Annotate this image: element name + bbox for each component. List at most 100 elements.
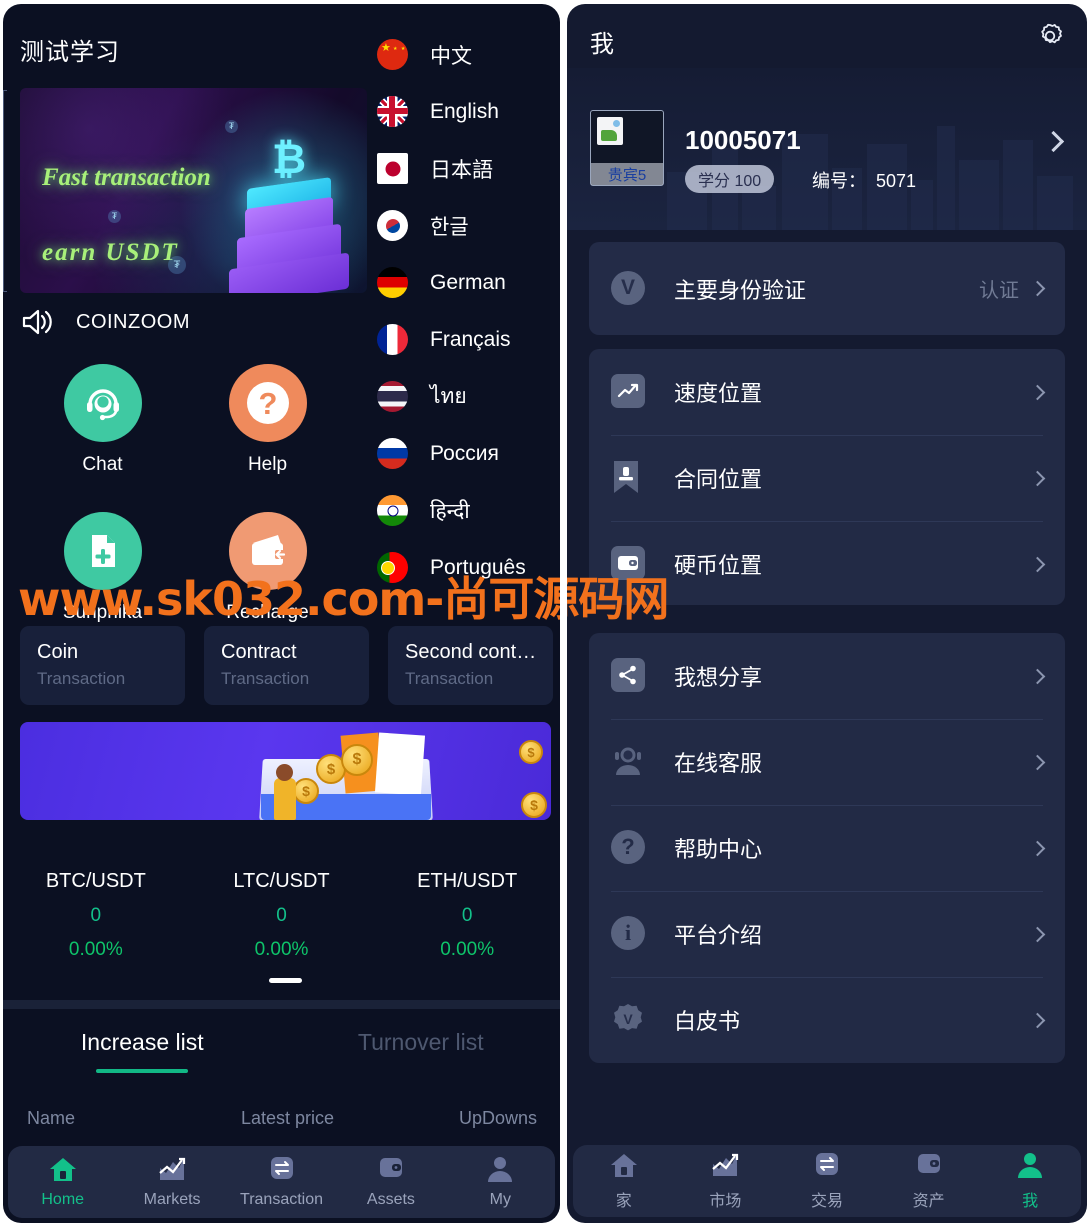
chevron-right-icon <box>1029 556 1046 572</box>
menu-item-label: 平台介绍 <box>674 923 763 948</box>
menu-item-identity-verify[interactable]: V 主要身份验证 认证 <box>589 242 1065 335</box>
profile-chevron-icon[interactable] <box>1042 130 1065 153</box>
hero-token-dot: ₮ <box>168 256 186 274</box>
hero-line-1: Fast transaction <box>42 164 211 191</box>
tab-increase-list[interactable]: Increase list <box>3 1029 282 1073</box>
hero-3d-blocks: ₿ <box>211 127 361 293</box>
flag-france-icon <box>377 324 408 355</box>
ticker-item[interactable]: LTC/USDT 0 0.00% <box>189 870 375 961</box>
panel-gap <box>560 0 567 1227</box>
quick-action-label: Chat <box>82 454 123 475</box>
txn-button-second-contract[interactable]: Second cont… Transaction <box>388 626 553 705</box>
tab-turnover-list[interactable]: Turnover list <box>282 1029 561 1056</box>
menu-item-label: 帮助中心 <box>674 837 763 862</box>
share-icon <box>611 658 647 694</box>
menu-item-help-center[interactable]: ? 帮助中心 <box>589 805 1065 891</box>
page-title: 测试学习 <box>20 39 120 66</box>
txn-button-contract[interactable]: Contract Transaction <box>204 626 369 705</box>
gear-icon[interactable] <box>1035 21 1065 51</box>
nav-my[interactable]: My <box>446 1155 555 1209</box>
language-option-pt[interactable]: Português <box>377 539 557 596</box>
nav-assets-cn[interactable]: 资产 <box>878 1151 980 1211</box>
menu-item-online-support[interactable]: 在线客服 <box>589 719 1065 805</box>
nav-label: My <box>489 1191 511 1208</box>
menu-item-speed-position[interactable]: 速度位置 <box>589 349 1065 435</box>
chevron-right-icon <box>1029 1012 1046 1028</box>
promo-banner[interactable] <box>20 722 551 820</box>
avatar-caption: 贵宾5 <box>591 163 663 185</box>
nav-label: 交易 <box>810 1193 843 1210</box>
support-card: 我想分享 在线客服 ? 帮助中心 i 平台介绍 V 白皮书 <box>589 633 1065 1063</box>
language-option-en[interactable]: English <box>377 83 557 140</box>
nav-home-cn[interactable]: 家 <box>573 1151 675 1211</box>
ticker-item[interactable]: ETH/USDT 0 0.00% <box>374 870 560 961</box>
wallet-icon <box>611 546 647 582</box>
nav-assets[interactable]: Assets <box>336 1155 445 1209</box>
tab-label: Increase list <box>80 1029 204 1055</box>
menu-item-share[interactable]: 我想分享 <box>589 633 1065 719</box>
ticker-strip: BTC/USDT 0 0.00% LTC/USDT 0 0.00% ETH/US… <box>3 870 560 961</box>
language-option-hi[interactable]: हिन्दी <box>377 482 557 539</box>
flag-korea-icon <box>377 210 408 241</box>
nav-markets[interactable]: Markets <box>117 1155 226 1209</box>
menu-item-contract-position[interactable]: 合同位置 <box>589 435 1065 521</box>
ticker-item[interactable]: BTC/USDT 0 0.00% <box>3 870 189 961</box>
quick-actions-grid: Chat ? Help Sunpnika Recharge <box>20 364 350 624</box>
trend-chart-icon <box>611 374 647 410</box>
ticker-symbol: BTC/USDT <box>45 870 146 892</box>
txn-subtitle: Transaction <box>405 669 494 688</box>
txn-title: Contract <box>221 641 297 663</box>
language-option-fr[interactable]: Français <box>377 311 557 368</box>
transaction-buttons: Coin Transaction Contract Transaction Se… <box>20 626 553 705</box>
person-icon <box>485 1155 515 1188</box>
menu-item-coin-position[interactable]: 硬币位置 <box>589 521 1065 607</box>
wallet-icon <box>914 1151 944 1184</box>
chevron-right-icon <box>1029 384 1046 400</box>
nav-label: Assets <box>366 1191 415 1208</box>
nav-label: 家 <box>615 1193 632 1210</box>
menu-item-whitepaper[interactable]: V 白皮书 <box>589 977 1065 1063</box>
chevron-right-icon <box>1029 280 1046 297</box>
language-label: 한글 <box>430 215 469 239</box>
positions-card: 速度位置 合同位置 硬币位置 <box>589 349 1065 605</box>
nav-markets-cn[interactable]: 市场 <box>675 1151 777 1211</box>
language-option-ko[interactable]: 한글 <box>377 197 557 254</box>
nav-my-cn[interactable]: 我 <box>979 1151 1081 1211</box>
verify-card: V 主要身份验证 认证 <box>589 242 1065 335</box>
chevron-right-icon <box>1029 470 1046 486</box>
nav-label: 资产 <box>912 1193 945 1210</box>
announcement-bar[interactable]: COINZOOM <box>20 307 190 337</box>
menu-item-platform-intro[interactable]: i 平台介绍 <box>589 891 1065 977</box>
quick-action-help[interactable]: ? Help <box>185 364 350 476</box>
promo-coin <box>521 792 547 818</box>
language-label: 中文 <box>430 44 472 68</box>
quick-action-withdrawal[interactable]: Recharge <box>185 512 350 624</box>
ticker-change: 0.00% <box>440 939 495 960</box>
ticker-symbol: LTC/USDT <box>233 870 330 892</box>
language-option-ru[interactable]: Россия <box>377 425 557 482</box>
nav-transaction[interactable]: Transaction <box>227 1155 336 1209</box>
avatar[interactable]: 贵宾5 <box>590 110 664 186</box>
profile-header[interactable]: 贵宾5 10005071 学分 100 编号： 5071 <box>567 68 1087 230</box>
hero-banner[interactable]: Fast transaction earn USDT ₮ ₮ ₮ ₿ <box>20 88 367 293</box>
language-option-ja[interactable]: 日本語 <box>377 140 557 197</box>
carousel-indicator[interactable] <box>269 978 302 983</box>
column-header-updowns: UpDowns <box>458 1108 537 1128</box>
nav-home[interactable]: Home <box>8 1155 117 1209</box>
chevron-right-icon <box>1029 668 1046 684</box>
ticker-symbol: ETH/USDT <box>417 870 518 892</box>
headset-person-icon <box>611 744 647 780</box>
bottom-nav-left: Home Markets Transaction Assets My <box>8 1146 555 1218</box>
menu-item-label: 在线客服 <box>674 751 763 776</box>
nav-transaction-cn[interactable]: 交易 <box>776 1151 878 1211</box>
language-option-de[interactable]: German <box>377 254 557 311</box>
question-mark-icon: ? <box>611 830 647 866</box>
promo-coin <box>341 744 373 776</box>
txn-button-coin[interactable]: Coin Transaction <box>20 626 185 705</box>
quick-action-chat[interactable]: Chat <box>20 364 185 476</box>
exchange-icon <box>812 1151 842 1184</box>
language-option-th[interactable]: ไทย <box>377 368 557 425</box>
quick-action-recharge-doc[interactable]: Sunpnika <box>20 512 185 624</box>
language-option-zh[interactable]: 中文 <box>377 26 557 83</box>
menu-item-label: 白皮书 <box>674 1009 741 1034</box>
